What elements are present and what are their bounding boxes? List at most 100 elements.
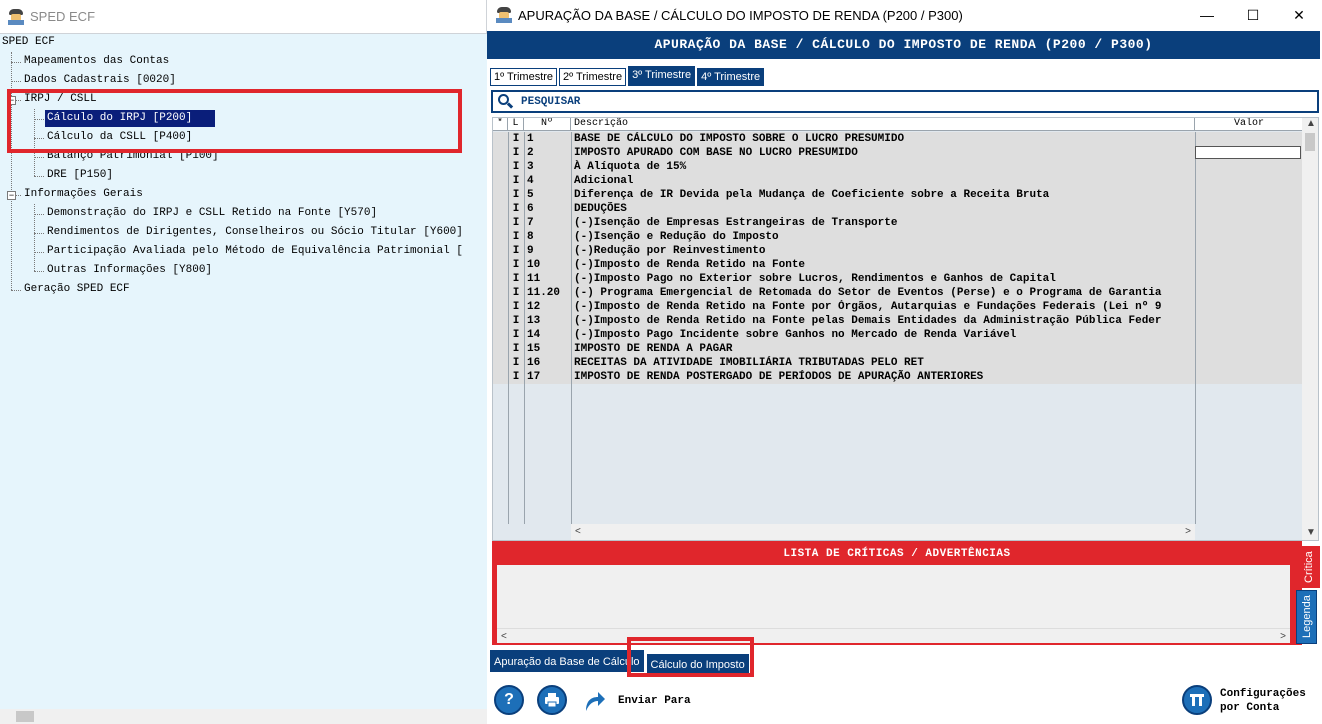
tree-item-mapeamentos[interactable]: Mapeamentos das Contas	[22, 53, 171, 70]
table-row[interactable]: I 4 Adicional	[493, 174, 1303, 188]
cell-n: 8	[527, 231, 534, 243]
cell-descricao: Diferença de IR Devida pela Mudança de C…	[574, 189, 1050, 201]
table-row[interactable]: I 5 Diferença de IR Devida pela Mudança de…	[493, 188, 1303, 202]
table-row[interactable]: I 12 (-)Imposto de Renda Retido na Fonte p…	[493, 300, 1303, 314]
table-row[interactable]: I 11 (-)Imposto Pago no Exterior sobre Luc…	[493, 272, 1303, 286]
cell-l: I	[512, 245, 520, 257]
table-row[interactable]: I 9 (-)Redução por Reinvestimento	[493, 244, 1303, 258]
table-row[interactable]: I 11.20 (-) Programa Emergencial de Retoma…	[493, 286, 1303, 300]
printer-icon	[545, 693, 559, 708]
maximize-button[interactable]: ☐	[1230, 0, 1276, 30]
table-row[interactable]: I 2 IMPOSTO APURADO COM BASE NO LUCRO PRES…	[493, 146, 1303, 160]
tab-apuracao-base[interactable]: Apuração da Base de Cálculo	[490, 650, 644, 672]
cell-descricao: (-)Imposto de Renda Retido na Fonte pela…	[574, 315, 1162, 327]
send-arrow-icon[interactable]	[582, 687, 606, 716]
search-bar[interactable]: PESQUISAR	[491, 90, 1319, 113]
tree-root[interactable]: SPED ECF	[0, 34, 57, 51]
cell-descricao: (-)Redução por Reinvestimento	[574, 245, 766, 257]
table-row[interactable]: I 14 (-)Imposto Pago Incidente sobre Ganho…	[493, 328, 1303, 342]
scroll-thumb[interactable]	[1305, 133, 1315, 151]
search-icon[interactable]	[498, 94, 514, 109]
help-button[interactable]: ?	[494, 685, 524, 715]
scroll-right-icon[interactable]: >	[1280, 631, 1286, 642]
table-row[interactable]: I 7 (-)Isenção de Empresas Estrangeiras de…	[493, 216, 1303, 230]
cell-n: 12	[527, 301, 541, 313]
cell-n: 16	[527, 357, 541, 369]
print-button[interactable]	[537, 685, 567, 715]
cell-n: 9	[527, 245, 534, 257]
quarter-tabs: 1º Trimestre 2º Trimestre 3º Trimestre 4…	[490, 66, 766, 86]
cell-l: I	[512, 287, 520, 299]
grid-horizontal-scrollbar[interactable]: < >	[571, 524, 1195, 540]
table-row[interactable]: I 1 BASE DE CÁLCULO DO IMPOSTO SOBRE O LUC…	[493, 132, 1303, 146]
valor-input[interactable]	[1195, 146, 1301, 159]
cell-l: I	[512, 203, 520, 215]
send-to-button[interactable]: Enviar Para	[618, 694, 691, 708]
critics-title: LISTA DE CRÍTICAS / ADVERTÊNCIAS	[783, 548, 1011, 560]
cell-l: I	[512, 315, 520, 327]
table-row[interactable]: I 16 RECEITAS DA ATIVIDADE IMOBILIÁRIA TRI…	[493, 356, 1303, 370]
app-icon	[496, 7, 512, 23]
cell-descricao: (-)Imposto de Renda Retido na Fonte por …	[574, 301, 1162, 313]
tree-item-y600[interactable]: Rendimentos de Dirigentes, Conselheiros …	[45, 224, 465, 241]
action-bar: ? Enviar Para Configurações por Conta	[487, 680, 1322, 724]
minimize-button[interactable]: —	[1184, 0, 1230, 30]
cell-l: I	[512, 189, 520, 201]
tree-item-participacao[interactable]: Participação Avaliada pelo Método de Equ…	[45, 243, 487, 260]
critics-panel: LISTA DE CRÍTICAS / ADVERTÊNCIAS < >	[492, 541, 1302, 645]
table-row[interactable]: I3 À Alíquota de 15%	[493, 160, 1303, 174]
cell-descricao: IMPOSTO DE RENDA A PAGAR	[574, 343, 733, 355]
window-controls: — ☐ ✕	[1184, 0, 1322, 30]
search-label[interactable]: PESQUISAR	[521, 96, 580, 108]
tab-critica[interactable]: Crítica	[1299, 546, 1320, 588]
table-row[interactable]: I 15 IMPOSTO DE RENDA A PAGAR	[493, 342, 1303, 356]
col-header-star[interactable]: *	[493, 118, 508, 131]
cell-descricao: Adicional	[574, 175, 634, 187]
tree-item-dre[interactable]: DRE [P150]	[45, 167, 115, 184]
scroll-right-icon[interactable]: >	[1185, 526, 1191, 537]
scroll-up-icon[interactable]: ▲	[1306, 118, 1316, 129]
scroll-left-icon[interactable]: <	[575, 526, 581, 537]
table-row[interactable]: I 8 (-)Isenção e Redução do Imposto	[493, 230, 1303, 244]
critics-horizontal-scrollbar[interactable]: < >	[497, 628, 1290, 643]
cell-descricao: À Alíquota de 15%	[574, 161, 687, 173]
table-row[interactable]: I 10 (-)Imposto de Renda Retido na Fonte	[493, 258, 1303, 272]
cell-l: I	[512, 231, 520, 243]
tab-legenda[interactable]: Legenda	[1296, 590, 1317, 644]
scroll-down-icon[interactable]: ▼	[1306, 527, 1316, 538]
tab-1-trimestre[interactable]: 1º Trimestre	[490, 68, 558, 86]
col-header-l[interactable]: L	[508, 118, 524, 131]
table-row[interactable]: I 6 DEDUÇÕES	[493, 202, 1303, 216]
col-header-n[interactable]: Nº	[524, 118, 571, 131]
cell-n: 13	[527, 315, 541, 327]
scroll-thumb[interactable]	[16, 711, 34, 722]
tab-3-trimestre[interactable]: 3º Trimestre	[628, 66, 696, 86]
cell-l: I	[512, 217, 520, 229]
scroll-left-icon[interactable]: <	[501, 631, 507, 642]
grid-rows: I 1 BASE DE CÁLCULO DO IMPOSTO SOBRE O LUC…	[493, 132, 1303, 384]
cell-descricao: DEDUÇÕES	[574, 203, 627, 215]
table-row[interactable]: I 13 (-)Imposto de Renda Retido na Fonte p…	[493, 314, 1303, 328]
col-header-descricao[interactable]: Descrição	[571, 118, 1195, 131]
tree-item-informacoes-gerais[interactable]: Informações Gerais	[22, 186, 145, 203]
close-button[interactable]: ✕	[1276, 0, 1322, 30]
left-horizontal-scrollbar[interactable]	[0, 709, 487, 724]
table-row[interactable]: I 17 IMPOSTO DE RENDA POSTERGADO DE PERÍOD…	[493, 370, 1303, 384]
cell-descricao: (-) Programa Emergencial de Retomada do …	[574, 287, 1162, 299]
grid-vertical-scrollbar[interactable]: ▲ ▼	[1302, 118, 1318, 540]
collapse-info-icon[interactable]: −	[7, 191, 16, 200]
config-button[interactable]	[1182, 685, 1212, 715]
col-header-valor[interactable]: Valor	[1195, 118, 1303, 131]
tab-4-trimestre[interactable]: 4º Trimestre	[697, 68, 765, 86]
config-label-line1[interactable]: Configurações	[1220, 687, 1306, 701]
cell-l: I	[512, 161, 520, 173]
tree-item-geracao[interactable]: Geração SPED ECF	[22, 281, 132, 298]
tree-item-dados-cadastrais[interactable]: Dados Cadastrais [0020]	[22, 72, 178, 89]
config-label-line2[interactable]: por Conta	[1220, 701, 1279, 715]
tools-icon	[1190, 694, 1204, 706]
tab-2-trimestre[interactable]: 2º Trimestre	[559, 68, 627, 86]
tree-item-y570[interactable]: Demonstração do IRPJ e CSLL Retido na Fo…	[45, 205, 379, 222]
tree-item-y800[interactable]: Outras Informações [Y800]	[45, 262, 214, 279]
cell-l: I	[512, 175, 520, 187]
critics-list	[497, 565, 1290, 630]
